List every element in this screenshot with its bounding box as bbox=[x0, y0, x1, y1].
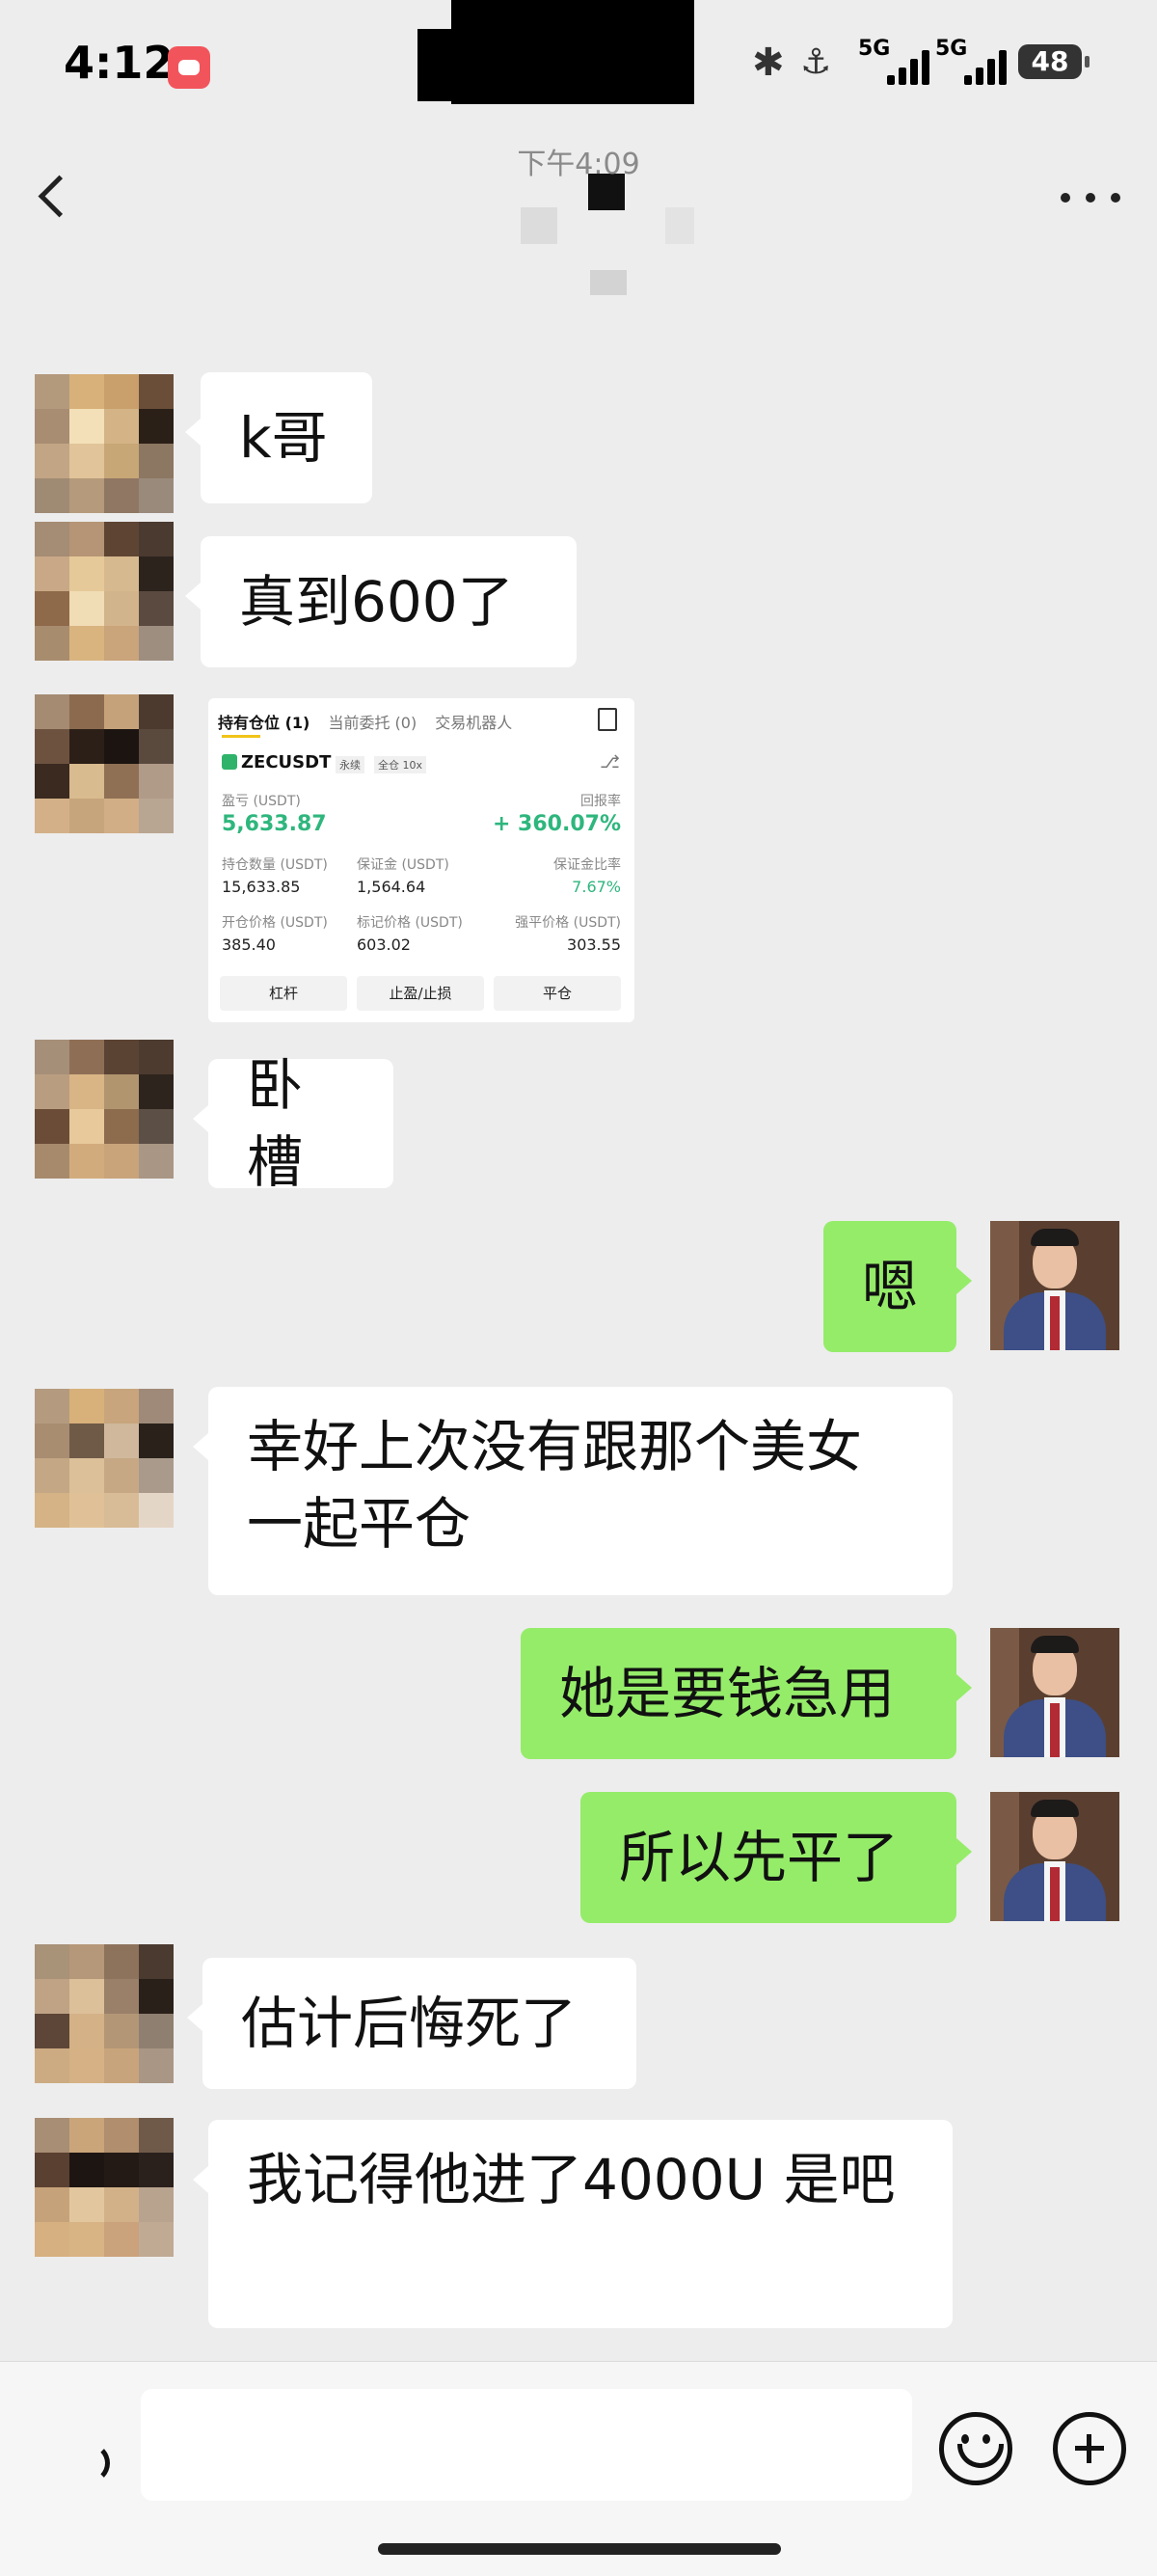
tab-orders: 当前委托 (0) bbox=[328, 714, 417, 732]
trade-screenshot-image[interactable]: 持有仓位 (1) 当前委托 (0) 交易机器人 ZECUSDT 永续 全仓 10… bbox=[208, 698, 634, 1022]
redacted-area bbox=[451, 0, 694, 104]
message-input[interactable] bbox=[141, 2389, 912, 2501]
contact-avatar[interactable] bbox=[35, 522, 174, 661]
tab-bots: 交易机器人 bbox=[435, 714, 513, 732]
plus-icon[interactable] bbox=[1053, 2412, 1126, 2485]
pnl-value: 5,633.87 bbox=[222, 812, 327, 836]
battery-icon: 48 bbox=[1018, 44, 1090, 79]
close-position-button: 平仓 bbox=[494, 976, 621, 1011]
leverage-button: 杠杆 bbox=[220, 976, 347, 1011]
message-bubble-incoming[interactable]: 幸好上次没有跟那个美女一起平仓 bbox=[193, 1387, 953, 1595]
message-bubble-outgoing[interactable]: 她是要钱急用 bbox=[521, 1628, 972, 1759]
chat-timestamp: 下午4:09 bbox=[517, 148, 640, 181]
message-bubble-outgoing[interactable]: 嗯 bbox=[823, 1221, 972, 1352]
voice-input-icon[interactable] bbox=[69, 2437, 114, 2483]
more-options-icon[interactable] bbox=[1061, 193, 1122, 206]
message-bubble-incoming[interactable]: 我记得他进了4000U 是吧 bbox=[193, 2120, 953, 2328]
coin-icon bbox=[222, 754, 237, 770]
message-bubble-incoming[interactable]: k哥 bbox=[185, 372, 372, 503]
message-bubble-incoming[interactable]: 真到600了 bbox=[185, 536, 577, 667]
redacted-area-2 bbox=[417, 29, 485, 101]
message-bubble-incoming[interactable]: 卧槽 bbox=[193, 1052, 393, 1195]
leverage-tag: 全仓 10x bbox=[374, 756, 427, 773]
message-bubble-outgoing[interactable]: 所以先平了 bbox=[580, 1792, 972, 1923]
contact-avatar[interactable] bbox=[35, 2118, 174, 2257]
self-avatar[interactable] bbox=[990, 1221, 1119, 1350]
status-icons: ✱ ⚓ 5G 5G 48 bbox=[752, 37, 1099, 95]
self-avatar[interactable] bbox=[990, 1792, 1119, 1921]
self-avatar[interactable] bbox=[990, 1628, 1119, 1757]
share-icon: ⎇ bbox=[600, 752, 620, 773]
status-bar: 4:12 ✱ ⚓ 5G 5G 48 bbox=[0, 0, 1157, 135]
message-bubble-incoming[interactable]: 估计后悔死了 bbox=[187, 1958, 636, 2089]
notification-app-icon bbox=[168, 46, 210, 89]
contact-avatar[interactable] bbox=[35, 1944, 174, 2083]
symbol-label: ZECUSDT bbox=[241, 752, 332, 773]
contact-avatar[interactable] bbox=[35, 1040, 174, 1179]
contact-avatar[interactable] bbox=[35, 694, 174, 833]
roe-value: + 360.07% bbox=[492, 812, 621, 836]
tab-positions: 持有仓位 (1) bbox=[218, 714, 310, 732]
contact-avatar[interactable] bbox=[35, 374, 174, 513]
chat-input-bar bbox=[0, 2361, 1157, 2576]
tpsl-button: 止盈/止损 bbox=[357, 976, 484, 1011]
status-time: 4:12 bbox=[64, 37, 175, 89]
home-indicator bbox=[378, 2543, 781, 2555]
bluetooth-icon: ✱ bbox=[752, 41, 785, 85]
emoji-icon[interactable] bbox=[939, 2412, 1012, 2485]
earbuds-icon: ⚓ bbox=[800, 42, 832, 82]
contact-avatar[interactable] bbox=[35, 1389, 174, 1528]
perpetual-tag: 永续 bbox=[336, 756, 364, 773]
document-icon bbox=[598, 708, 617, 731]
